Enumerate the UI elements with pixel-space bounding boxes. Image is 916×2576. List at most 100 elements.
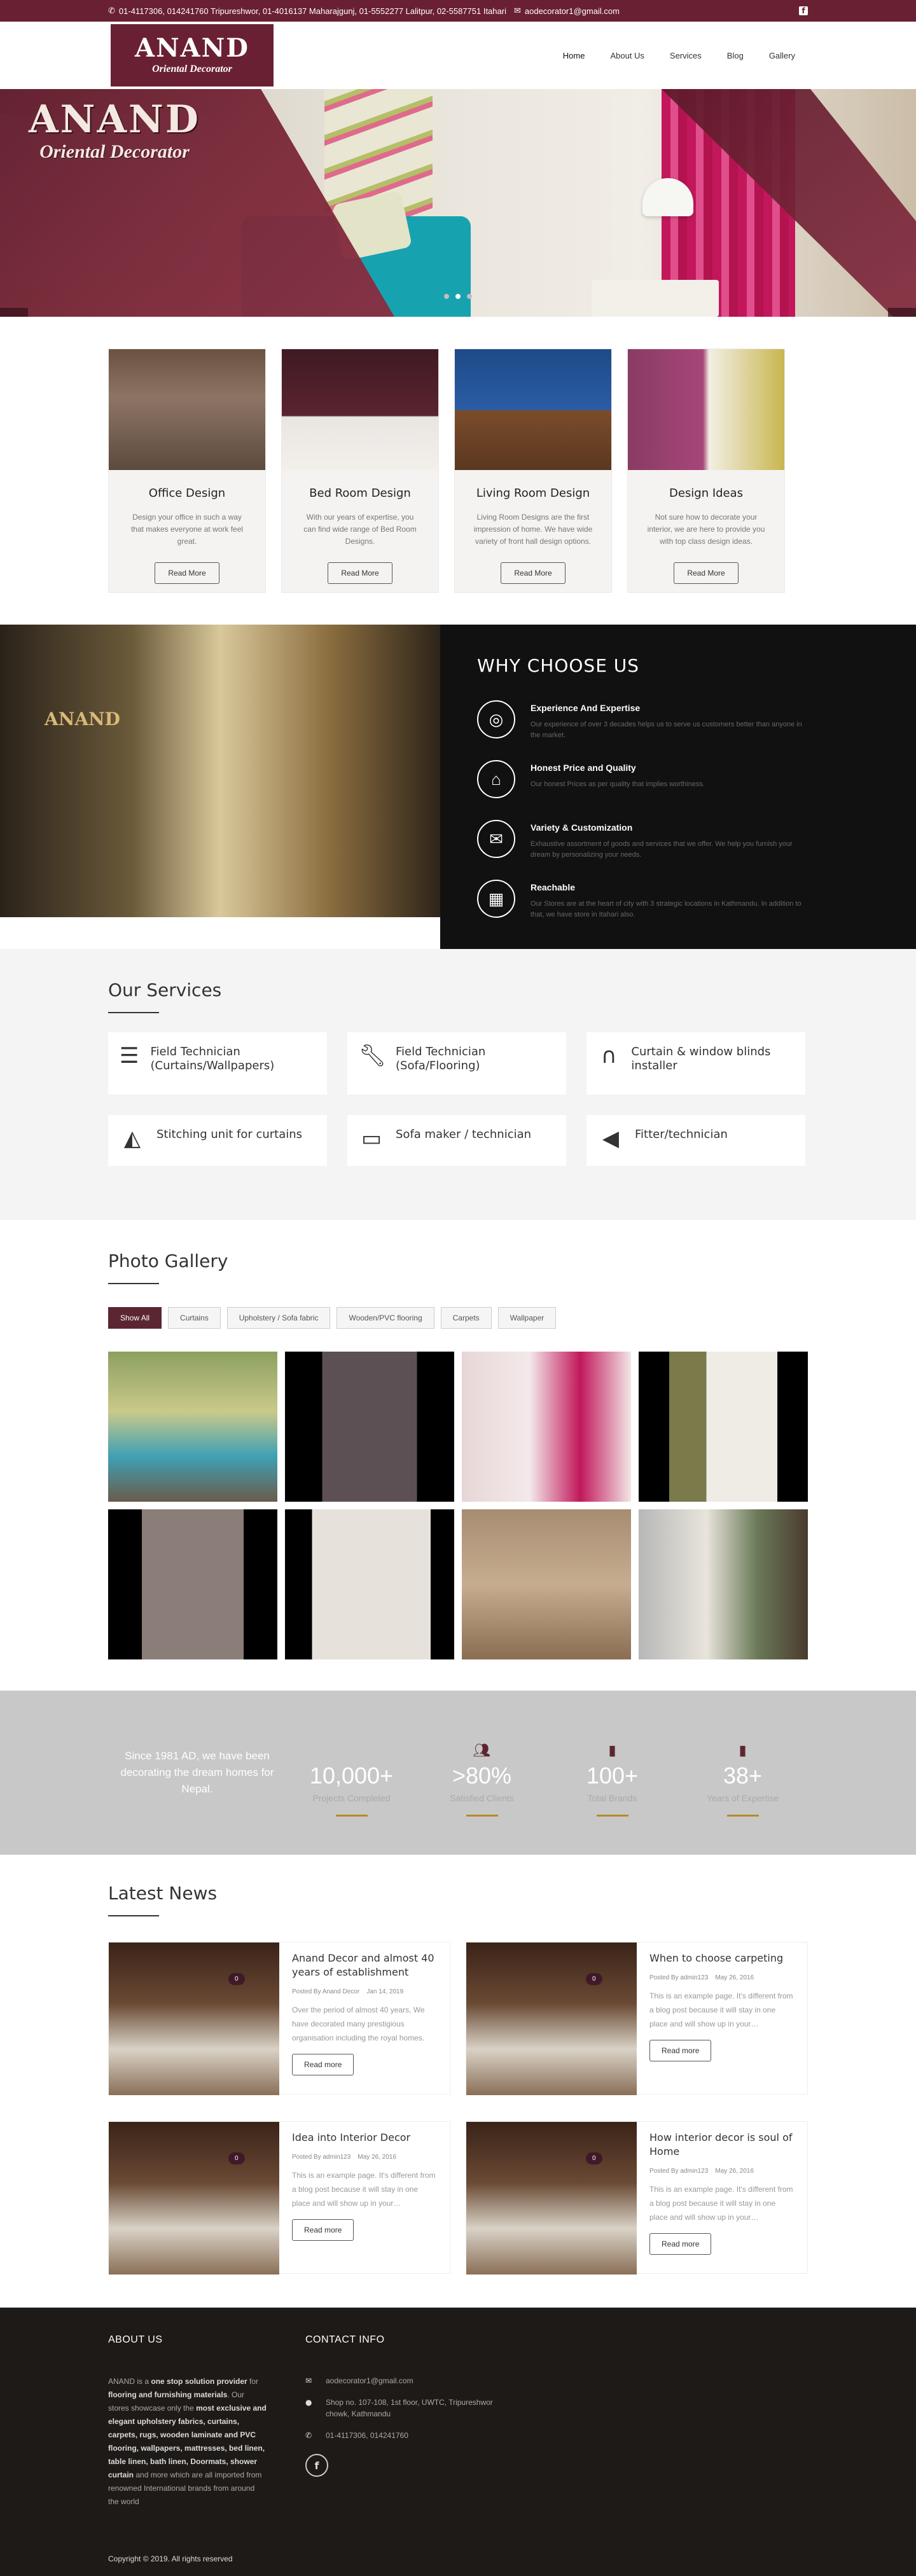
nav-about-us[interactable]: About Us bbox=[597, 51, 656, 60]
service-item[interactable]: ▭ Sofa maker / technician bbox=[347, 1115, 566, 1166]
footer-address: Shop no. 107-108, 1st floor, UWTC, Tripu… bbox=[326, 2398, 493, 2418]
post-title[interactable]: When to choose carpeting bbox=[649, 1951, 795, 1965]
slider-prev-arrow[interactable] bbox=[0, 308, 28, 317]
stat-brands: ▮ 100+ Total Brands bbox=[547, 1742, 677, 1817]
service-item[interactable]: 🔧︎ Field Technician (Sofa/Flooring) bbox=[347, 1032, 566, 1095]
latest-news-section: Latest News 0 Anand Decor and almost 40 … bbox=[0, 1855, 916, 2308]
service-item[interactable]: ◀ Fitter/technician bbox=[586, 1115, 805, 1166]
megaphone-icon: ◀ bbox=[602, 1126, 620, 1151]
service-label: Sofa maker / technician bbox=[396, 1128, 532, 1141]
post-excerpt: This is an example page. It's different … bbox=[292, 2171, 436, 2208]
read-more-button[interactable]: Read More bbox=[501, 562, 566, 584]
read-more-button[interactable]: Read more bbox=[292, 2054, 354, 2075]
service-item[interactable]: ∩ Curtain & window blinds installer bbox=[586, 1032, 805, 1095]
post-author: Posted By admin123 bbox=[292, 2154, 351, 2161]
topbar-email[interactable]: aodecorator1@gmail.com bbox=[525, 6, 620, 16]
why-choose-us-section: ANAND WHY CHOOSE US ◎ Experience And Exp… bbox=[0, 625, 916, 949]
gallery-photo[interactable] bbox=[108, 1509, 277, 1659]
card-image bbox=[109, 349, 265, 470]
nav-blog[interactable]: Blog bbox=[714, 51, 756, 60]
why-item: ⌂ Honest Price and Quality Our honest Pr… bbox=[477, 760, 916, 805]
filter-curtains[interactable]: Curtains bbox=[168, 1307, 221, 1329]
users-icon: 👥︎ bbox=[473, 1742, 491, 1758]
read-more-button[interactable]: Read more bbox=[649, 2040, 712, 2061]
stat-label: Satisfied Clients bbox=[450, 1792, 514, 1803]
home-icon: ⌂ bbox=[477, 760, 515, 798]
post-image[interactable]: 0 bbox=[109, 2122, 279, 2275]
post-title[interactable]: How interior decor is soul of Home bbox=[649, 2131, 795, 2159]
nav-services[interactable]: Services bbox=[657, 51, 714, 60]
target-icon: ◎ bbox=[477, 700, 515, 738]
card-text: Living Room Designs are the first impres… bbox=[473, 513, 593, 546]
facebook-icon[interactable]: f bbox=[305, 2454, 328, 2477]
card-title: Office Design bbox=[148, 487, 226, 500]
read-more-button[interactable]: Read more bbox=[649, 2233, 712, 2255]
gallery-photo[interactable] bbox=[285, 1352, 454, 1502]
why-item-title: Reachable bbox=[531, 882, 576, 892]
store-photo: ANAND bbox=[0, 625, 440, 917]
read-more-button[interactable]: Read More bbox=[155, 562, 219, 584]
read-more-button[interactable]: Read more bbox=[292, 2219, 354, 2241]
heading-underline bbox=[108, 1283, 159, 1284]
laptop-icon: ▭ bbox=[361, 1126, 382, 1151]
stat-label: Total Brands bbox=[587, 1792, 637, 1803]
photo-gallery-section: Photo Gallery Show All Curtains Upholste… bbox=[0, 1220, 916, 1691]
why-item: ▦ Reachable Our Stores are at the heart … bbox=[477, 880, 916, 924]
why-item-title: Honest Price and Quality bbox=[531, 763, 636, 773]
footer-phone-row: ✆ 01-4117306, 014241760 bbox=[305, 2430, 509, 2441]
stats-tagline: Since 1981 AD, we have been decorating t… bbox=[120, 1750, 274, 1795]
filter-upholstery[interactable]: Upholstery / Sofa fabric bbox=[226, 1307, 331, 1329]
slider-next-arrow[interactable] bbox=[888, 308, 916, 317]
filter-carpets[interactable]: Carpets bbox=[440, 1307, 492, 1329]
card-image bbox=[628, 349, 784, 470]
service-item[interactable]: ◭ Stitching unit for curtains bbox=[108, 1115, 327, 1166]
service-item[interactable]: ☰ Field Technician (Curtains/Wallpapers) bbox=[108, 1032, 327, 1095]
footer-email[interactable]: aodecorator1@gmail.com bbox=[326, 2375, 413, 2386]
read-more-button[interactable]: Read More bbox=[328, 562, 392, 584]
slider-dot[interactable] bbox=[444, 294, 449, 299]
news-post: 0 Anand Decor and almost 40 years of est… bbox=[108, 1942, 450, 2095]
post-title[interactable]: Idea into Interior Decor bbox=[292, 2131, 437, 2145]
gallery-heading: Photo Gallery bbox=[108, 1250, 228, 1271]
read-more-button[interactable]: Read More bbox=[674, 562, 739, 584]
book-icon: ▮ bbox=[608, 1742, 616, 1758]
gallery-photo[interactable] bbox=[462, 1352, 631, 1502]
why-item: ◎ Experience And Expertise Our experienc… bbox=[477, 700, 916, 745]
post-image[interactable]: 0 bbox=[466, 2122, 637, 2275]
gallery-photo[interactable] bbox=[462, 1509, 631, 1659]
news-post: 0 How interior decor is soul of Home Pos… bbox=[466, 2121, 808, 2275]
filter-show-all[interactable]: Show All bbox=[108, 1307, 162, 1329]
post-title[interactable]: Anand Decor and almost 40 years of estab… bbox=[292, 1951, 437, 1979]
stat-value: 100+ bbox=[586, 1762, 639, 1789]
post-author: Posted By admin123 bbox=[649, 1974, 709, 1981]
gallery-photo[interactable] bbox=[639, 1509, 808, 1659]
post-image[interactable]: 0 bbox=[466, 1942, 637, 2095]
footer-contact-heading: CONTACT INFO bbox=[305, 2334, 385, 2345]
nav-gallery[interactable]: Gallery bbox=[756, 51, 808, 60]
post-image[interactable]: 0 bbox=[109, 1942, 279, 2095]
footer-phone: 01-4117306, 014241760 bbox=[326, 2431, 408, 2440]
nav-home[interactable]: Home bbox=[550, 51, 598, 60]
stat-label: Years of Expertise bbox=[706, 1792, 779, 1803]
menu-bars-icon: ☰ bbox=[120, 1043, 139, 1069]
comment-count-badge: 0 bbox=[586, 2152, 602, 2164]
why-item-title: Variety & Customization bbox=[531, 822, 633, 833]
gallery-photo[interactable] bbox=[639, 1352, 808, 1502]
footer-about-heading: ABOUT US bbox=[108, 2334, 163, 2345]
slider-dot[interactable] bbox=[467, 294, 472, 299]
post-excerpt: This is an example page. It's different … bbox=[649, 2185, 793, 2222]
news-post: 0 Idea into Interior Decor Posted By adm… bbox=[108, 2121, 450, 2275]
envelope-icon: ✉ bbox=[513, 6, 521, 15]
filter-flooring[interactable]: Wooden/PVC flooring bbox=[337, 1307, 434, 1329]
envelope-icon: ✉ bbox=[477, 820, 515, 858]
gallery-photo[interactable] bbox=[285, 1509, 454, 1659]
slider-dot[interactable] bbox=[455, 294, 461, 299]
why-item-text: Exhaustive assortment of goods and servi… bbox=[531, 840, 793, 859]
top-bar: ✆ 01-4117306, 014241760 Tripureshwor, 01… bbox=[0, 0, 916, 22]
filter-wallpaper[interactable]: Wallpaper bbox=[497, 1307, 557, 1329]
facebook-icon[interactable]: f bbox=[799, 6, 808, 15]
comment-count-badge: 0 bbox=[228, 1973, 245, 1985]
stat-projects: 10,000+ Projects Completed bbox=[286, 1742, 417, 1817]
logo[interactable]: ANAND Oriental Decorator bbox=[108, 22, 276, 89]
gallery-photo[interactable] bbox=[108, 1352, 277, 1502]
